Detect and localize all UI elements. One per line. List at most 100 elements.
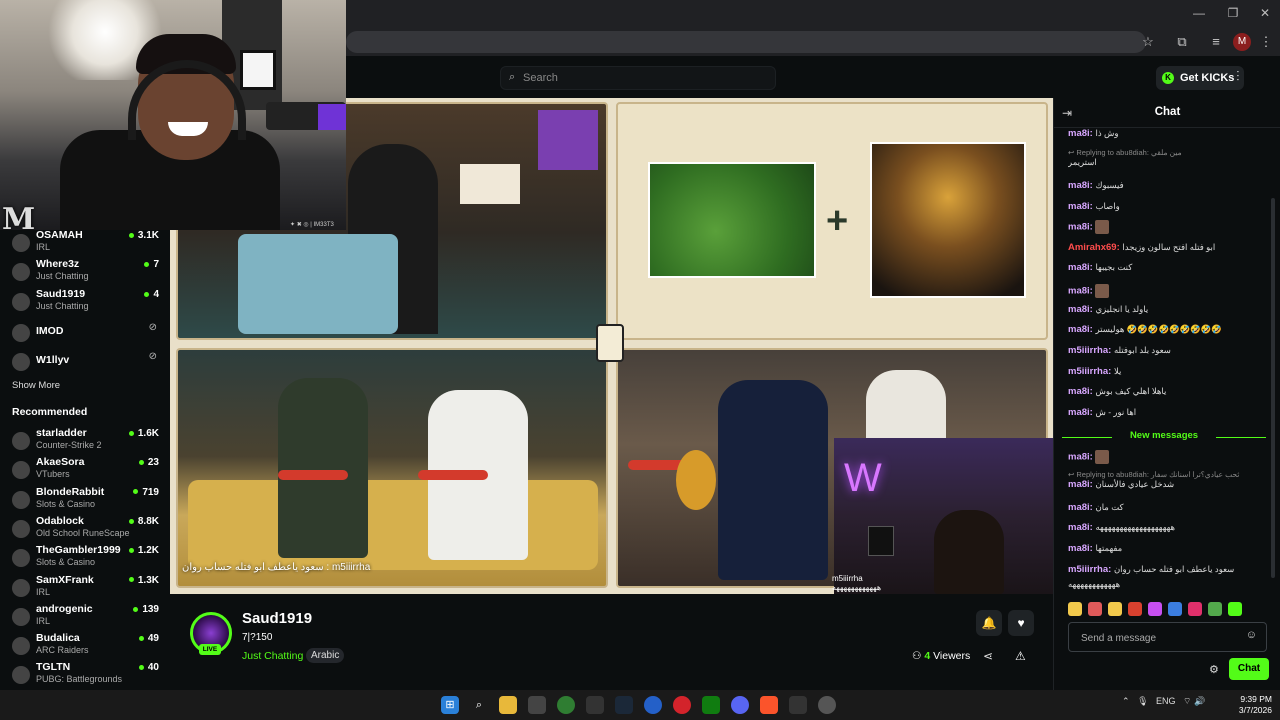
chat-message[interactable]: ↩ Replying to abu8diah: مين ملقي استريمر <box>1068 148 1273 168</box>
chat-message[interactable]: ma8i: مفهمتها <box>1068 543 1273 554</box>
emote-icon[interactable] <box>1228 602 1242 616</box>
chat-username[interactable]: ma8i: <box>1068 128 1095 139</box>
sidebar-channel[interactable]: Where3z Just Chatting 7 <box>8 257 163 285</box>
user-menu-icon[interactable]: ⫶ <box>1236 68 1240 85</box>
maximize-icon[interactable]: ❐ <box>1224 6 1242 22</box>
chat-message[interactable]: ma8i: وش ذا <box>1068 128 1273 139</box>
chat-message[interactable]: m5iiirrha: يلا <box>1068 366 1273 377</box>
chat-message[interactable]: ma8i: كنت بجيبها <box>1068 262 1273 273</box>
sidebar-channel[interactable]: AkaeSora VTubers 23 <box>8 455 163 483</box>
chrome-icon[interactable] <box>557 696 575 714</box>
get-kicks-button[interactable]: K Get KICKs <box>1156 66 1244 90</box>
store-icon[interactable] <box>528 696 546 714</box>
volume-icon[interactable]: 🔊 <box>1194 696 1205 706</box>
chat-message[interactable]: m5iiirrha: سعود بلد ابوفتله <box>1068 345 1273 356</box>
brave-icon[interactable] <box>760 696 778 714</box>
chat-message[interactable]: ma8i: <box>1068 220 1273 234</box>
chat-message[interactable]: ma8i: <box>1068 450 1273 464</box>
emote-icon[interactable] <box>1108 602 1122 616</box>
taskbar-search-icon[interactable]: ⌕ <box>470 696 488 714</box>
chat-username[interactable]: Amirahx69: <box>1068 242 1122 253</box>
chat-message[interactable]: m5iiirrha: سعود ياعطف ابو فتله حساب روان <box>1068 564 1273 575</box>
chat-message[interactable]: ma8i: ياولد يا انجليزي <box>1068 304 1273 315</box>
emote-icon[interactable] <box>1128 602 1142 616</box>
discord-icon[interactable] <box>731 696 749 714</box>
chat-username[interactable]: ma8i: <box>1068 451 1095 462</box>
sidebar-channel[interactable]: TheGambler1999 Slots & Casino 1.2K <box>8 543 163 571</box>
chat-send-button[interactable]: Chat <box>1229 658 1269 680</box>
chat-username[interactable]: ma8i: <box>1068 502 1095 513</box>
chat-username[interactable]: ma8i: <box>1068 304 1095 315</box>
chat-username[interactable]: ma8i: <box>1068 221 1095 232</box>
chat-username[interactable]: m5iiirrha: <box>1068 366 1114 377</box>
media-controls-icon[interactable]: ≡ <box>1207 33 1225 51</box>
bookmark-star-icon[interactable]: ☆ <box>1139 33 1157 51</box>
chat-message[interactable]: ma8i: <box>1068 284 1273 298</box>
stream-category-link[interactable]: Just Chatting <box>242 650 303 662</box>
sidebar-channel[interactable]: androgenic IRL 139 <box>8 602 163 630</box>
chat-message[interactable]: ههههههههههههه <box>1068 579 1273 590</box>
sidebar-channel[interactable]: Saud1919 Just Chatting 4 <box>8 287 163 315</box>
emote-icon[interactable] <box>1068 602 1082 616</box>
chat-username[interactable]: ma8i: <box>1068 285 1095 296</box>
app-icon[interactable] <box>789 696 807 714</box>
browser-menu-icon[interactable]: ⋮ <box>1257 33 1275 51</box>
chat-message[interactable]: ma8i: واصاب <box>1068 201 1273 212</box>
chat-message[interactable]: ma8i: فيسبوك <box>1068 180 1273 191</box>
steam-icon[interactable] <box>615 696 633 714</box>
chat-message-input[interactable] <box>1081 630 1241 646</box>
profile-avatar[interactable]: M <box>1233 33 1251 51</box>
report-icon[interactable]: ⚠ <box>1015 649 1026 663</box>
wifi-icon[interactable]: ⌔ <box>1183 696 1191 706</box>
search-input[interactable] <box>523 70 763 86</box>
extensions-icon[interactable]: ⧉ <box>1173 33 1191 51</box>
share-icon[interactable]: ⋖ <box>983 649 993 663</box>
chat-username[interactable]: ma8i: <box>1068 201 1095 212</box>
follow-heart-button[interactable]: ♥ <box>1008 610 1034 636</box>
emote-icon[interactable] <box>1188 602 1202 616</box>
address-bar[interactable] <box>346 31 1146 53</box>
minimize-icon[interactable]: — <box>1190 6 1208 22</box>
chat-message[interactable]: ↩ Replying to abu8diah: ثحب عيادي؟ترا اس… <box>1068 470 1273 490</box>
language-indicator[interactable]: ENG <box>1156 696 1176 706</box>
chat-message[interactable]: ma8i: اها نور - ش <box>1068 407 1273 418</box>
sidebar-channel[interactable]: SamXFrank IRL 1.3K <box>8 573 163 601</box>
chat-username[interactable]: ma8i: <box>1068 386 1095 397</box>
chat-username[interactable]: ma8i: <box>1068 262 1095 273</box>
app-icon[interactable] <box>644 696 662 714</box>
file-explorer-icon[interactable] <box>499 696 517 714</box>
windows-start-icon[interactable]: ⊞ <box>441 696 459 714</box>
chat-username[interactable]: ma8i: <box>1068 324 1095 335</box>
epic-games-icon[interactable] <box>586 696 604 714</box>
emoji-picker-icon[interactable]: ☺ <box>1246 629 1257 641</box>
chat-message[interactable]: ma8i: ياهلا اهلي كيف بوش <box>1068 386 1273 397</box>
chat-username[interactable]: ma8i: <box>1068 407 1095 418</box>
taskbar-clock[interactable]: 9:39 PM 3/7/2026 <box>1226 694 1272 716</box>
search-box[interactable]: ⌕ <box>500 66 776 90</box>
chat-message[interactable]: ma8i: هههههههههههههههههههه <box>1068 522 1273 533</box>
new-messages-divider[interactable]: New messages <box>1062 430 1266 444</box>
show-more-link[interactable]: Show More <box>12 380 60 391</box>
chat-input-box[interactable]: ☺ <box>1068 622 1267 652</box>
opera-icon[interactable] <box>673 696 691 714</box>
notification-bell-button[interactable]: 🔔 <box>976 610 1002 636</box>
sidebar-channel[interactable]: OSAMAH IRL 3.1K <box>8 228 163 256</box>
emote-icon[interactable] <box>1088 602 1102 616</box>
sidebar-channel[interactable]: Budalica ARC Raiders 49 <box>8 631 163 659</box>
obs-icon[interactable] <box>818 696 836 714</box>
tray-chevron-icon[interactable]: ⌃ <box>1122 696 1130 706</box>
chat-username[interactable]: m5iiirrha: <box>1068 345 1114 356</box>
chat-message[interactable]: Amirahx69: ابو فتله افتح سالون وزيجدا <box>1068 242 1273 253</box>
chat-username[interactable]: ma8i: <box>1068 522 1095 533</box>
chat-username[interactable]: ma8i: <box>1068 543 1095 554</box>
sidebar-channel[interactable]: BlondeRabbit Slots & Casino 719 <box>8 485 163 513</box>
sidebar-channel[interactable]: IMOD ⊘ <box>8 318 163 346</box>
system-tray[interactable]: ⌃ 🎙 ENG ⌔ 🔊 <box>1122 696 1205 707</box>
emote-icon[interactable] <box>1208 602 1222 616</box>
emote-icon[interactable] <box>1148 602 1162 616</box>
sidebar-channel[interactable]: TGLTN PUBG: Battlegrounds 40 <box>8 660 163 688</box>
mic-icon[interactable]: 🎙 <box>1137 696 1148 706</box>
chat-username[interactable]: ma8i: <box>1068 180 1095 191</box>
chat-username[interactable]: ma8i: <box>1068 479 1095 490</box>
sidebar-channel[interactable]: W1llyv ⊘ <box>8 347 163 375</box>
